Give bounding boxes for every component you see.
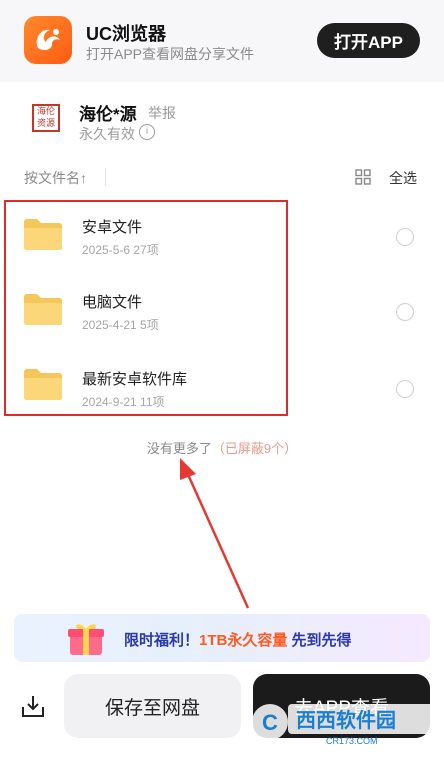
- promo-highlight: 1TB永久容量: [199, 632, 288, 649]
- gift-icon: [68, 624, 104, 655]
- svg-text:CR173.COM: CR173.COM: [326, 736, 378, 746]
- download-icon[interactable]: [20, 693, 46, 719]
- promo-text: 限时福利！1TB永久容量 先到先得: [124, 629, 352, 650]
- promo-prefix: 限时福利！: [124, 632, 200, 649]
- promo-suffix: 先到先得: [287, 632, 352, 649]
- site-watermark: C 西西软件园 CR173.COM: [252, 704, 438, 746]
- svg-text:C: C: [262, 710, 278, 735]
- svg-text:西西软件园: 西西软件园: [296, 708, 396, 732]
- promo-banner[interactable]: 限时福利！1TB永久容量 先到先得: [14, 614, 430, 662]
- save-to-cloud-button[interactable]: 保存至网盘: [64, 674, 241, 738]
